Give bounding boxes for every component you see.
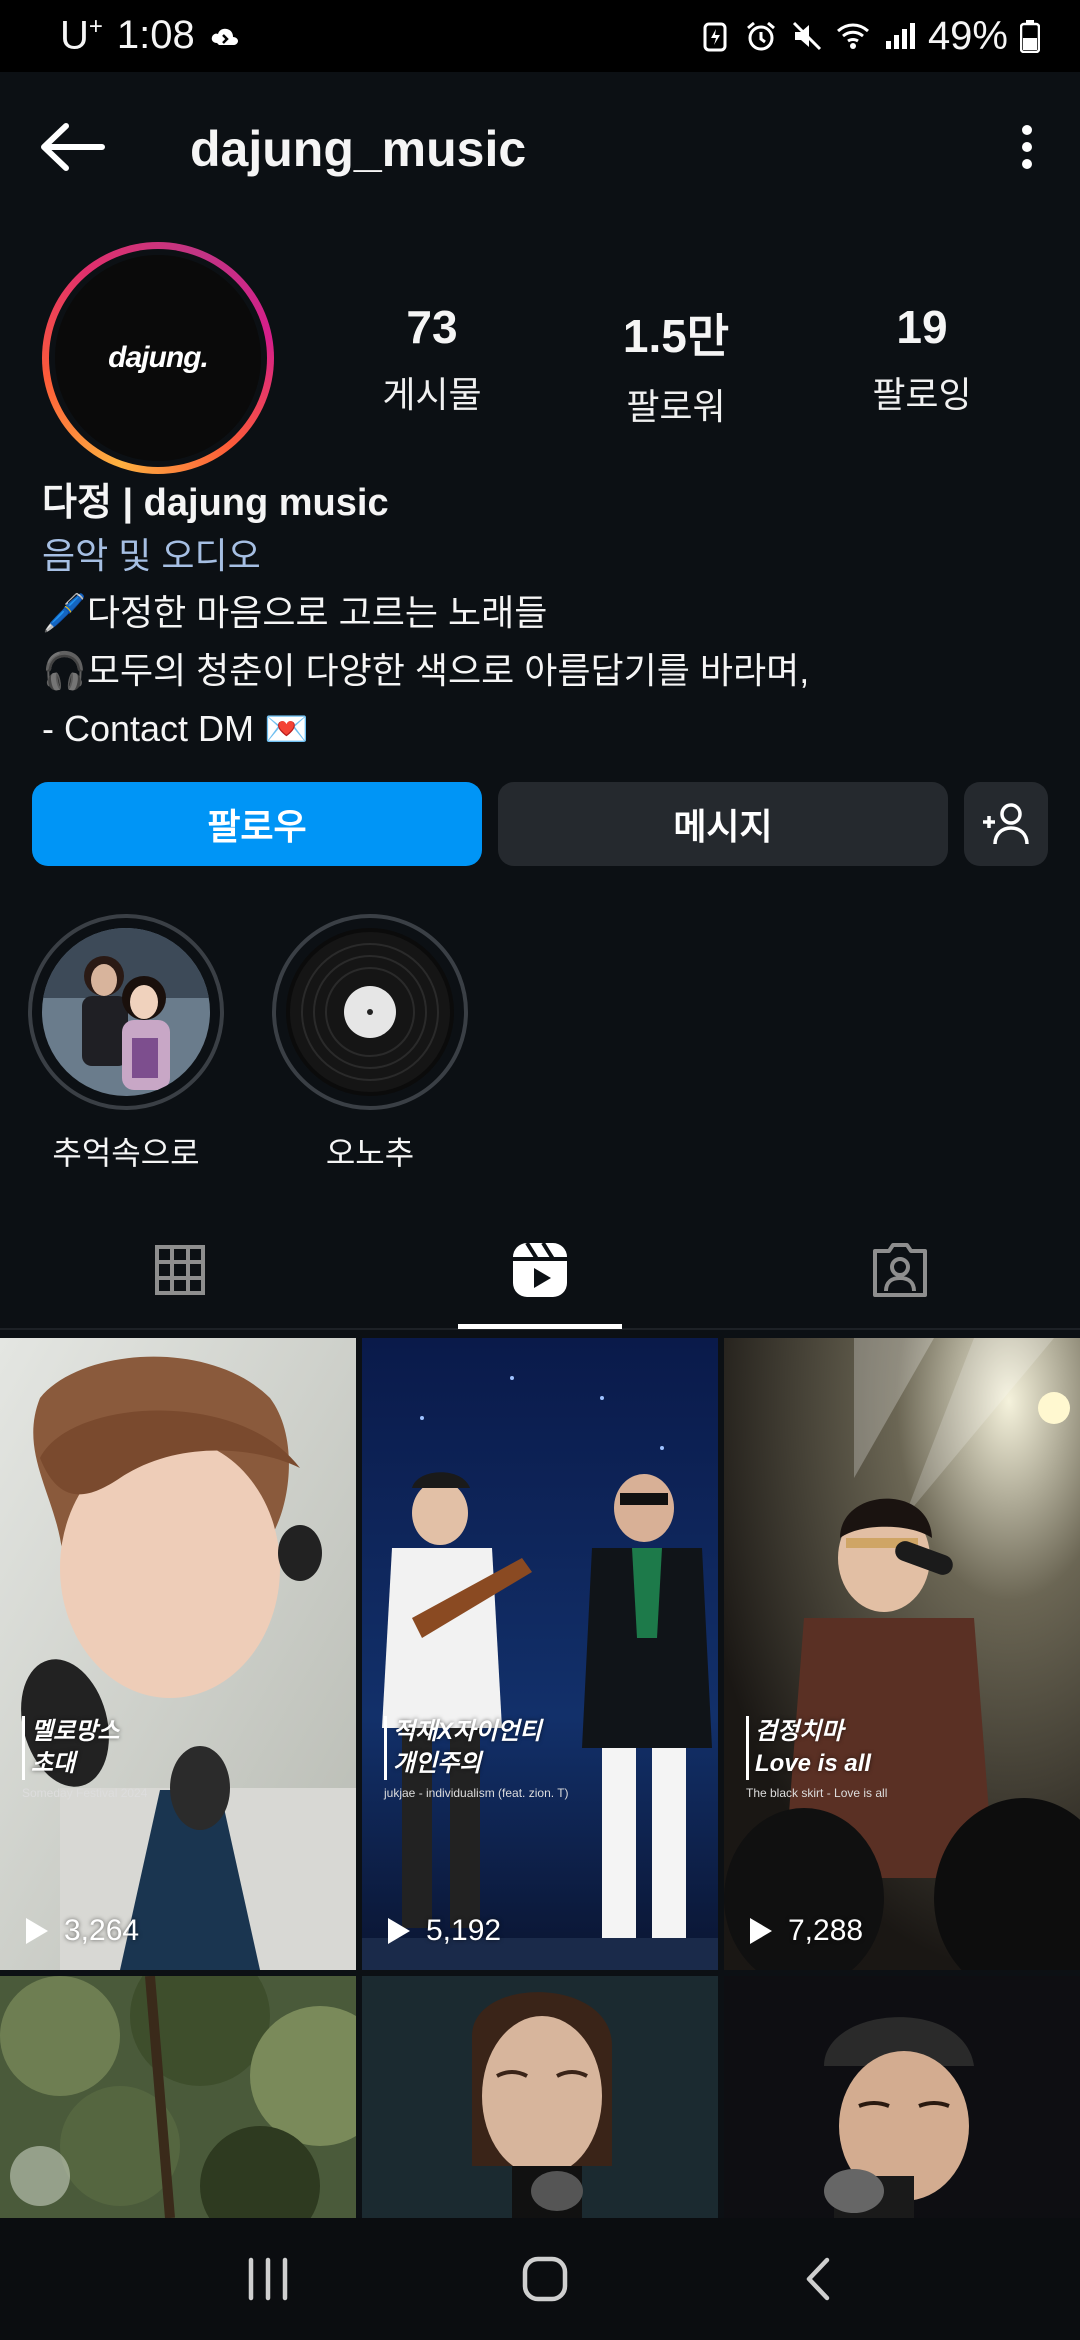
alarm-icon <box>746 21 775 51</box>
reel-view-count: 3,264 <box>24 1914 139 1948</box>
recent-apps-icon[interactable] <box>243 2256 293 2302</box>
profile-header: dajung_music <box>0 72 1080 222</box>
suggested-users-button[interactable] <box>964 782 1048 866</box>
reel-thumbnail <box>362 1338 718 1970</box>
cloud-notification-icon <box>211 28 238 45</box>
reel-thumbnail <box>362 1976 718 2218</box>
add-user-icon <box>983 803 1029 845</box>
tab-posts-grid[interactable] <box>0 1210 360 1330</box>
reel-title: 멜로망스 초대 <box>22 1716 119 1780</box>
reel-tile[interactable] <box>724 1976 1080 2218</box>
reel-subtitle: jukjae - individualism (feat. zion. T) <box>384 1786 569 1800</box>
system-back-icon[interactable] <box>797 2254 837 2304</box>
home-icon[interactable] <box>520 2254 570 2304</box>
tagged-user-icon <box>873 1243 927 1297</box>
more-options-icon[interactable] <box>1012 122 1042 172</box>
highlight-label: 추억속으로 <box>52 1135 200 1171</box>
reels-icon <box>513 1241 567 1297</box>
profile-tabs <box>0 1210 1080 1330</box>
back-arrow-icon[interactable] <box>38 122 108 172</box>
battery-icon <box>1020 20 1040 53</box>
highlight-item[interactable]: 오노추 <box>270 914 470 1174</box>
tab-reels[interactable] <box>360 1210 720 1330</box>
highlight-item[interactable]: 추억속으로 <box>26 914 226 1174</box>
bio-line-3: - Contact DM 💌 <box>42 708 309 749</box>
header-username: dajung_music <box>190 121 527 177</box>
stat-following-value: 19 <box>896 301 948 353</box>
battery-saver-icon <box>703 22 727 52</box>
profile-bio: 다정 | dajung music 음악 및 오디오 🖊️다정한 마음으로 고르… <box>42 478 1042 758</box>
reel-thumbnail <box>724 1976 1080 2218</box>
reel-tile[interactable]: 멜로망스 초대 Someday Festival 2024 3,264 <box>0 1338 356 1970</box>
reel-view-count: 5,192 <box>386 1914 501 1948</box>
follow-button[interactable]: 팔로우 <box>32 782 482 866</box>
stat-following[interactable]: 19 팔로잉 <box>812 300 1032 418</box>
avatar-logo-text: dajung. <box>108 341 209 374</box>
bio-line-2: 🎧모두의 청춘이 다양한 색으로 아름답기를 바라며, <box>42 650 810 691</box>
avatar: dajung. <box>55 255 261 461</box>
play-icon <box>26 1918 48 1944</box>
stat-following-label: 팔로잉 <box>872 374 972 415</box>
reel-title: 검정치마 Love is all <box>746 1716 871 1780</box>
stat-posts[interactable]: 73 게시물 <box>322 300 542 418</box>
reel-tile[interactable]: 검정치마 Love is all The black skirt - Love i… <box>724 1338 1080 1970</box>
stat-followers-label: 팔로워 <box>626 386 726 427</box>
highlight-cover-image <box>286 928 454 1096</box>
bio-line-1: 🖊️다정한 마음으로 고르는 노래들 <box>42 592 548 633</box>
profile-category[interactable]: 음악 및 오디오 <box>42 528 1042 584</box>
play-icon <box>388 1918 410 1944</box>
play-icon <box>750 1918 772 1944</box>
message-button[interactable]: 메시지 <box>498 782 948 866</box>
reel-tile[interactable]: 적재X자이언티 개인주의 jukjae - individualism (feat… <box>362 1338 718 1970</box>
stat-posts-label: 게시물 <box>382 374 482 415</box>
reel-title: 적재X자이언티 개인주의 <box>384 1716 542 1780</box>
highlight-cover-image <box>42 928 210 1096</box>
clock: 1:08 <box>116 13 195 58</box>
tab-tagged[interactable] <box>720 1210 1080 1330</box>
stat-followers[interactable]: 1.5만 팔로워 <box>566 300 786 430</box>
mute-icon <box>792 21 821 51</box>
reel-thumbnail <box>0 1976 356 2218</box>
highlight-label: 오노추 <box>325 1135 415 1171</box>
reel-tile[interactable] <box>362 1976 718 2218</box>
reels-grid: 멜로망스 초대 Someday Festival 2024 3,264 적재X자… <box>0 1338 1080 2218</box>
profile-display-name: 다정 | dajung music <box>42 482 389 524</box>
signal-icon <box>885 23 915 49</box>
avatar-story-ring[interactable]: dajung. <box>42 242 274 474</box>
battery-percent: 49% <box>927 13 1008 58</box>
active-tab-indicator <box>458 1324 622 1329</box>
wifi-icon <box>836 23 869 49</box>
reel-thumbnail <box>0 1338 356 1970</box>
status-bar: U+ 1:08 49% <box>0 0 1080 72</box>
reel-subtitle: Someday Festival 2024 <box>22 1786 148 1800</box>
stat-posts-value: 73 <box>406 301 458 353</box>
system-navigation-bar <box>0 2218 1080 2340</box>
grid-icon <box>155 1245 205 1295</box>
reel-tile[interactable] <box>0 1976 356 2218</box>
instagram-profile-screen: U+ 1:08 49% dajung_music dajung. 73 게시물 <box>0 0 1080 2340</box>
carrier-label: U+ <box>60 13 103 58</box>
reel-thumbnail <box>724 1338 1080 1970</box>
reel-view-count: 7,288 <box>748 1914 863 1948</box>
reel-subtitle: The black skirt - Love is all <box>746 1786 888 1800</box>
stat-followers-value: 1.5만 <box>622 310 730 362</box>
